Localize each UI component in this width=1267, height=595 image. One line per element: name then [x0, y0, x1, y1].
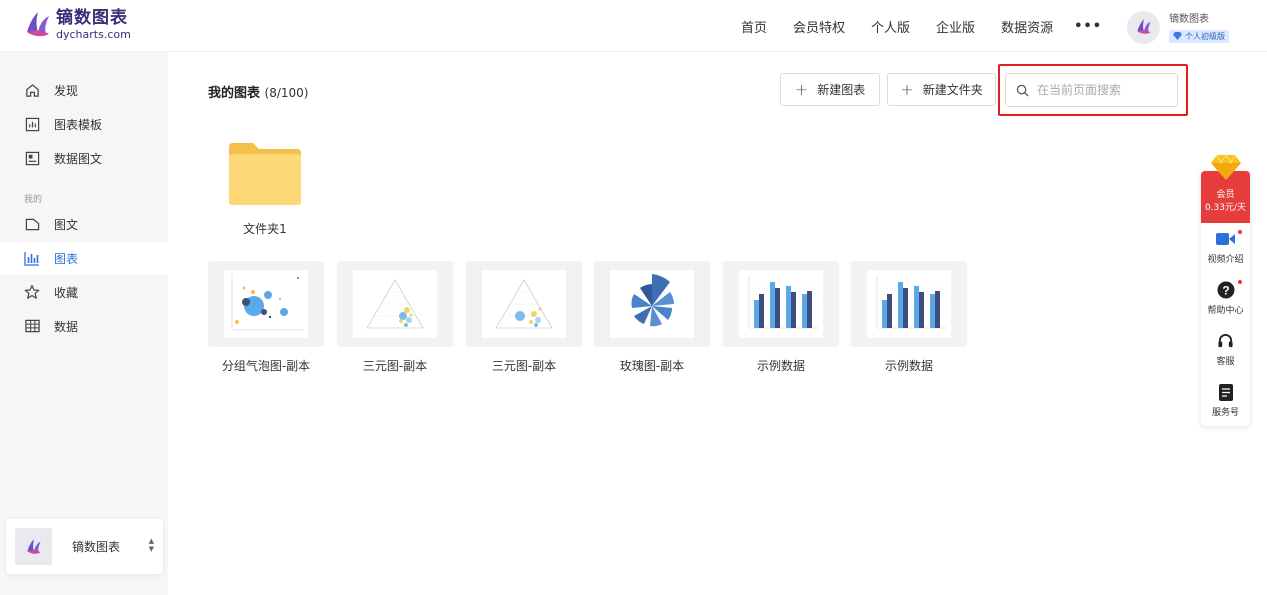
- notification-dot: [1238, 280, 1242, 284]
- search-input[interactable]: [1037, 83, 1167, 97]
- search-box[interactable]: [1005, 73, 1178, 107]
- user-plan-badge: 个人初级版: [1169, 29, 1229, 43]
- chart-count: (8/100): [264, 86, 309, 100]
- chart-card-rose[interactable]: [594, 261, 710, 347]
- new-folder-button[interactable]: + 新建文件夹: [887, 73, 996, 106]
- chart-template-icon: [24, 116, 40, 132]
- new-chart-button[interactable]: + 新建图表: [780, 73, 880, 106]
- folder-name[interactable]: 文件夹1: [229, 220, 301, 237]
- service-account-button[interactable]: 服务号: [1201, 382, 1250, 418]
- sidebar-item-label: 数据图文: [54, 151, 103, 166]
- workspace-name: 镝数图表: [72, 540, 121, 554]
- chart-thumbnail: [867, 270, 951, 338]
- diamond-icon: [1173, 32, 1182, 40]
- sidebar-item-data-articles[interactable]: 数据图文: [0, 142, 168, 174]
- sidebar-item-label: 发现: [54, 83, 79, 98]
- vip-price: 0.33元/天: [1204, 203, 1247, 213]
- sidebar-group-mine: 我的: [24, 195, 43, 205]
- sidebar-item-favorites[interactable]: 收藏: [0, 276, 168, 308]
- user-name: 镝数图表: [1169, 14, 1209, 25]
- data-article-icon: [24, 150, 40, 166]
- customer-service-label: 客服: [1216, 357, 1235, 367]
- brand-domain: dycharts.com: [56, 28, 131, 41]
- headset-icon: [1218, 333, 1233, 347]
- chart-card-sample-1[interactable]: [723, 261, 839, 347]
- workspace-avatar: [15, 528, 52, 565]
- user-plan-label: 个人初级版: [1185, 31, 1225, 41]
- article-icon: [24, 216, 40, 232]
- chart-name[interactable]: 三元图-副本: [466, 357, 582, 374]
- chart-card-ternary-2[interactable]: [466, 261, 582, 347]
- nav-membership[interactable]: 会员特权: [793, 17, 845, 36]
- table-icon: [24, 318, 40, 334]
- more-menu-icon[interactable]: •••: [1074, 19, 1102, 34]
- chart-name[interactable]: 分组气泡图-副本: [208, 357, 324, 374]
- nav-data-resources[interactable]: 数据资源: [1001, 17, 1053, 36]
- chart-thumbnail: [353, 270, 437, 338]
- sidebar-item-label: 图文: [54, 217, 79, 232]
- chart-name[interactable]: 玫瑰图-副本: [594, 357, 710, 374]
- chart-thumbnail: [482, 270, 566, 338]
- avatar-logo-icon: [1136, 19, 1151, 34]
- sidebar-item-charts[interactable]: 图表: [0, 242, 168, 274]
- logo[interactable]: 镝数图表 dycharts.com: [24, 10, 131, 40]
- help-center-button[interactable]: ? 帮助中心: [1201, 280, 1250, 316]
- new-folder-label: 新建文件夹: [922, 83, 983, 97]
- brand-name: 镝数图表: [56, 8, 128, 28]
- sidebar-item-chart-templates[interactable]: 图表模板: [0, 108, 168, 140]
- user-menu[interactable]: 镝数图表 个人初级版: [1127, 10, 1229, 44]
- sidebar-item-label: 图表: [54, 251, 79, 266]
- plus-icon: +: [900, 80, 914, 99]
- chart-name[interactable]: 三元图-副本: [337, 357, 453, 374]
- chart-thumbnail: [739, 270, 823, 338]
- page-title-text: 我的图表: [208, 86, 261, 101]
- top-header: 镝数图表 dycharts.com 首页 会员特权 个人版 企业版 数据资源 •…: [0, 0, 1267, 52]
- logo-icon: [27, 12, 49, 37]
- plus-icon: +: [794, 80, 809, 99]
- help-icon: ?: [1217, 281, 1234, 299]
- floating-service-panel: 会员 0.33元/天 视频介绍 ? 帮助中心 客服 服务号: [1201, 171, 1250, 426]
- vip-diamond-icon: [1211, 154, 1241, 180]
- star-icon: [24, 284, 40, 300]
- nav-personal[interactable]: 个人版: [871, 17, 910, 36]
- chart-thumbnail: [224, 270, 308, 338]
- switch-arrows-icon: ▲ ▼: [148, 537, 154, 553]
- sidebar-item-discover[interactable]: 发现: [0, 74, 168, 106]
- video-intro-button[interactable]: 视频介绍: [1201, 229, 1250, 265]
- nav-enterprise[interactable]: 企业版: [936, 17, 975, 36]
- chart-name[interactable]: 示例数据: [851, 357, 967, 374]
- video-camera-icon: [1215, 233, 1235, 245]
- sidebar: 发现 图表模板 数据图文 我的 图文 图表 收藏 数据 镝数图表 ▲ ▼: [0, 52, 168, 595]
- workspace-switcher[interactable]: 镝数图表 ▲ ▼: [6, 519, 163, 574]
- folder-icon[interactable]: [229, 143, 301, 205]
- customer-service-button[interactable]: 客服: [1201, 331, 1250, 367]
- sidebar-item-label: 图表模板: [54, 117, 103, 132]
- notification-dot: [1238, 230, 1242, 234]
- chart-thumbnail: [610, 270, 694, 338]
- new-chart-label: 新建图表: [817, 83, 866, 97]
- service-account-label: 服务号: [1211, 408, 1239, 418]
- bar-chart-icon: [24, 250, 40, 266]
- sidebar-item-articles[interactable]: 图文: [0, 208, 168, 240]
- document-icon: [1218, 383, 1233, 401]
- help-center-label: 帮助中心: [1207, 306, 1244, 316]
- nav-home[interactable]: 首页: [741, 17, 767, 36]
- top-nav: 首页 会员特权 个人版 企业版 数据资源 •••: [728, 0, 1115, 52]
- vip-label: 会员: [1216, 190, 1235, 200]
- chart-card-ternary-1[interactable]: [337, 261, 453, 347]
- sidebar-item-label: 收藏: [54, 285, 79, 300]
- chart-card-sample-2[interactable]: [851, 261, 967, 347]
- video-intro-label: 视频介绍: [1207, 255, 1244, 265]
- chart-name[interactable]: 示例数据: [723, 357, 839, 374]
- home-icon: [24, 82, 40, 98]
- page-title: 我的图表 (8/100): [208, 82, 309, 101]
- search-icon: [1016, 84, 1029, 97]
- svg-text:?: ?: [1222, 284, 1229, 298]
- workspace-logo-icon: [26, 538, 41, 554]
- sidebar-item-label: 数据: [54, 319, 79, 334]
- sidebar-item-data[interactable]: 数据: [0, 310, 168, 342]
- avatar: [1127, 10, 1160, 44]
- chart-card-grouped-bubble[interactable]: [208, 261, 324, 347]
